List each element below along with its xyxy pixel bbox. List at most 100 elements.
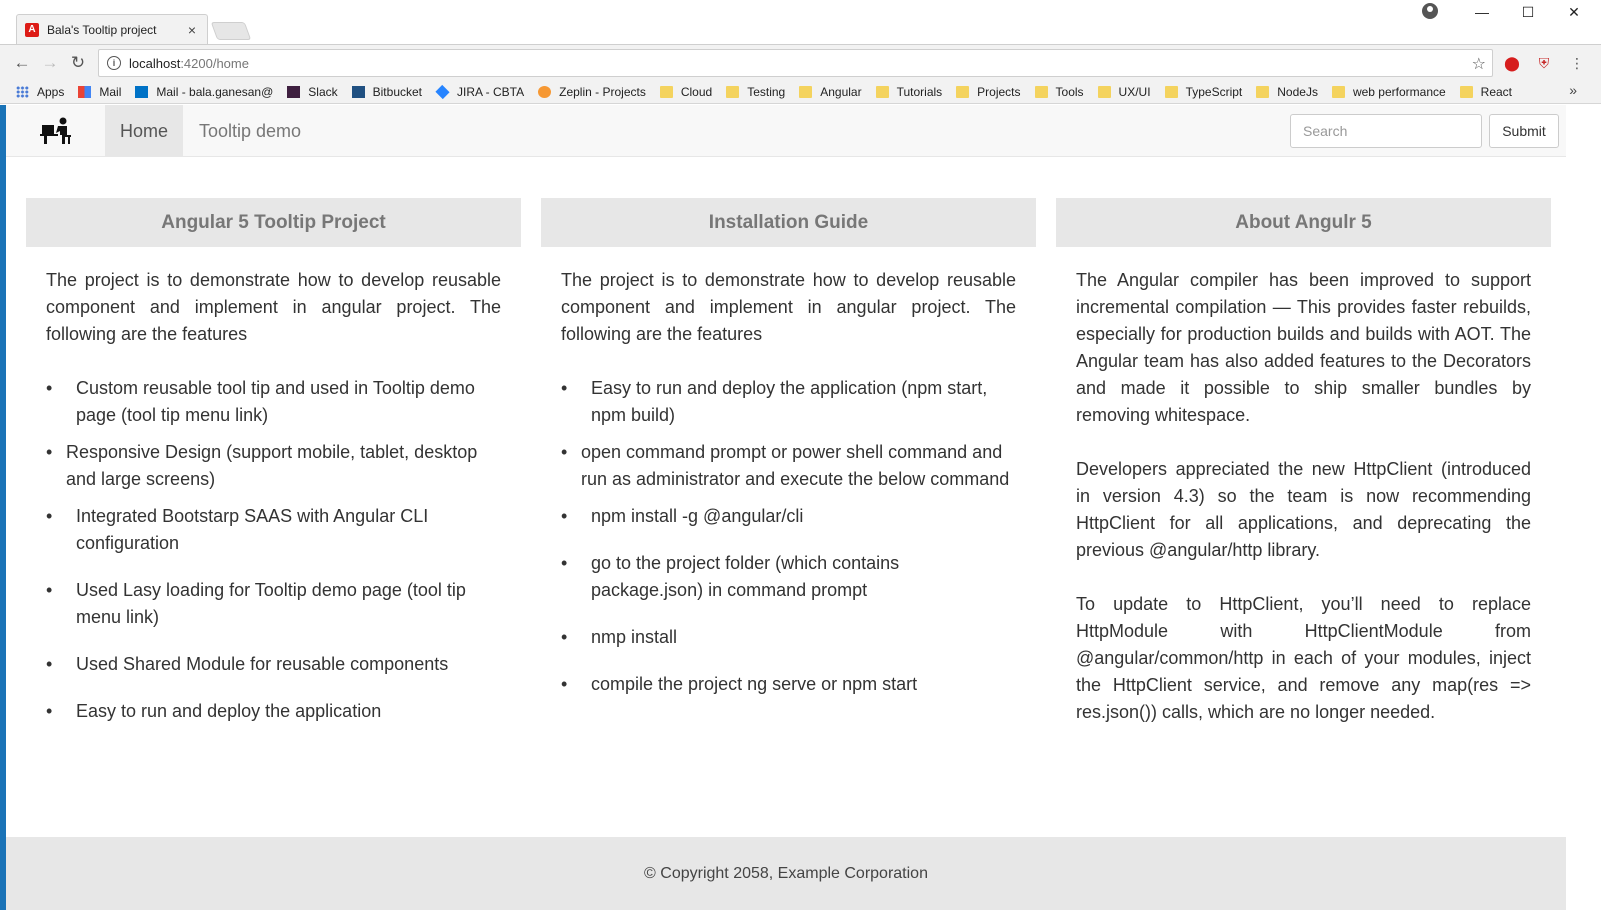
folder-icon — [726, 85, 740, 98]
bookmark-label: Bitbucket — [372, 84, 422, 99]
google-icon — [78, 85, 92, 98]
bookmark-label: Slack — [308, 84, 338, 99]
column-body: The project is to demonstrate how to dev… — [26, 247, 521, 725]
browser-tab[interactable]: A Bala's Tooltip project × — [16, 14, 208, 44]
bookmark-tools[interactable]: Tools — [1034, 85, 1084, 99]
folder-icon — [1034, 85, 1048, 98]
apps-icon — [16, 85, 29, 98]
bookmark-slack[interactable]: Slack — [287, 84, 338, 99]
bookmark-typescript[interactable]: TypeScript — [1164, 84, 1243, 99]
folder-icon — [875, 85, 889, 98]
maximize-button[interactable]: ☐ — [1508, 0, 1548, 24]
address-bar[interactable]: i localhost :4200/home ☆ — [98, 49, 1493, 77]
bookmark-zeplin-projects[interactable]: Zeplin - Projects — [538, 85, 646, 99]
search-input[interactable] — [1290, 114, 1482, 148]
bookmark-label: Zeplin - Projects — [559, 84, 646, 99]
bookmark-projects[interactable]: Projects — [956, 84, 1021, 99]
nav-link-home[interactable]: Home — [105, 105, 184, 157]
bookmarks-bar: Apps Mail Mail - bala.ganesan@ Slack Bitbuck… — [0, 80, 1601, 104]
folder-icon — [1256, 85, 1270, 98]
browser-titlebar: A Bala's Tooltip project × — ☐ ✕ — [0, 0, 1601, 44]
bookmark-mail[interactable]: Mail — [78, 85, 121, 99]
paragraph: To update to HttpClient, you’ll need to … — [1076, 594, 1531, 722]
opera-extension-icon[interactable]: ⬤ — [1503, 54, 1521, 72]
forward-arrow-icon[interactable]: → — [36, 49, 64, 77]
bookmarks-overflow-icon[interactable]: » — [1569, 82, 1577, 98]
list-item: npm install -g @angular/cli — [561, 503, 1016, 530]
bookmark-tutorials[interactable]: Tutorials — [875, 85, 942, 99]
page-viewport: Home Tooltip demo Submit Angular 5 Toolt… — [6, 105, 1601, 910]
bookmark-label: JIRA - CBTA — [457, 84, 525, 99]
bookmark-cloud[interactable]: Cloud — [659, 84, 713, 99]
bookmark-label: Cloud — [680, 84, 713, 99]
bookmark-label: TypeScript — [1185, 84, 1243, 99]
bookmark-nodejs[interactable]: NodeJs — [1256, 85, 1318, 99]
bookmark-star-icon[interactable]: ☆ — [1472, 54, 1486, 74]
bookmark-mail-bala-ganesan[interactable]: Mail - bala.ganesan@ — [135, 85, 273, 99]
list-item: Responsive Design (support mobile, table… — [46, 439, 501, 493]
desk-user-logo-icon[interactable] — [40, 115, 72, 147]
bookmark-testing[interactable]: Testing — [726, 85, 785, 99]
paragraph: The Angular compiler has been improved t… — [1076, 270, 1531, 425]
bookmark-label: Angular — [820, 84, 862, 99]
bookmark-apps[interactable]: Apps — [16, 85, 64, 99]
site-footer: © Copyright 2058, Example Corporation — [6, 837, 1566, 910]
folder-icon — [1459, 85, 1473, 98]
column-body: The Angular compiler has been improved t… — [1056, 247, 1551, 726]
bookmark-bitbucket[interactable]: Bitbucket — [351, 84, 422, 99]
folder-icon — [1331, 85, 1345, 98]
column-title: Angular 5 Tooltip Project — [26, 198, 521, 247]
column-intro: The project is to demonstrate how to dev… — [46, 270, 501, 344]
copyright-text: © Copyright 2058, Example Corporation — [644, 864, 928, 882]
column-title: About Angulr 5 — [1056, 198, 1551, 247]
submit-button[interactable]: Submit — [1489, 114, 1559, 148]
bookmark-jira-cbta[interactable]: JIRA - CBTA — [435, 84, 525, 99]
list-item: Custom reusable tool tip and used in Too… — [46, 375, 501, 429]
nav-link-tooltip-demo[interactable]: Tooltip demo — [184, 105, 316, 157]
angular-favicon-icon: A — [25, 22, 39, 37]
minimize-button[interactable]: — — [1462, 0, 1502, 24]
bookmark-ux-ui[interactable]: UX/UI — [1097, 84, 1151, 99]
zeplin-icon — [538, 85, 552, 98]
tab-close-icon[interactable]: × — [185, 22, 199, 38]
column-intro: The project is to demonstrate how to dev… — [561, 270, 1016, 344]
bookmark-web-performance[interactable]: web performance — [1331, 84, 1446, 99]
back-arrow-icon[interactable]: ← — [8, 49, 36, 77]
bookmark-react[interactable]: React — [1459, 85, 1512, 99]
list-item: nmp install — [561, 624, 1016, 651]
bookmark-label: Mail — [99, 84, 122, 99]
paragraph: Developers appreciated the new HttpClien… — [1076, 459, 1531, 560]
list-item: go to the project folder (which contains… — [561, 550, 1016, 604]
folder-icon — [659, 85, 673, 98]
bookmark-label: web performance — [1352, 84, 1446, 99]
list-item: Integrated Bootstarp SAAS with Angular C… — [46, 503, 501, 557]
shield-extension-icon[interactable]: ⛨ — [1535, 54, 1553, 72]
column-about-angular: About Angulr 5 The Angular compiler has … — [1056, 198, 1551, 753]
feature-list: Custom reusable tool tip and used in Too… — [46, 375, 501, 725]
outlook-icon — [135, 85, 149, 98]
bookmark-label: UX/UI — [1118, 84, 1151, 99]
menu-kebab-icon[interactable]: ⋮ — [1568, 54, 1586, 72]
column-installation-guide: Installation Guide The project is to dem… — [541, 198, 1036, 718]
profile-icon[interactable] — [1422, 3, 1438, 19]
url-host: localhost — [129, 55, 181, 71]
column-body: The project is to demonstrate how to dev… — [541, 247, 1036, 698]
jira-icon — [435, 84, 450, 99]
column-tooltip-project: Angular 5 Tooltip Project The project is… — [26, 198, 521, 745]
url-path: :4200/home — [180, 55, 249, 71]
bitbucket-icon — [351, 85, 365, 98]
bookmark-label: Testing — [747, 84, 786, 99]
bookmark-label: NodeJs — [1277, 84, 1318, 99]
bookmark-angular[interactable]: Angular — [799, 84, 862, 99]
list-item: compile the project ng serve or npm star… — [561, 671, 1016, 698]
bookmark-label: Projects — [977, 84, 1021, 99]
new-tab-button[interactable] — [210, 22, 252, 40]
tab-title: Bala's Tooltip project — [47, 22, 157, 37]
site-navbar: Home Tooltip demo Submit — [6, 105, 1566, 157]
slack-icon — [287, 85, 301, 98]
close-window-button[interactable]: ✕ — [1554, 0, 1594, 24]
folder-icon — [1164, 85, 1178, 98]
info-icon[interactable]: i — [107, 56, 121, 70]
bookmark-label: Apps — [37, 84, 65, 99]
reload-icon[interactable]: ↻ — [64, 49, 92, 77]
